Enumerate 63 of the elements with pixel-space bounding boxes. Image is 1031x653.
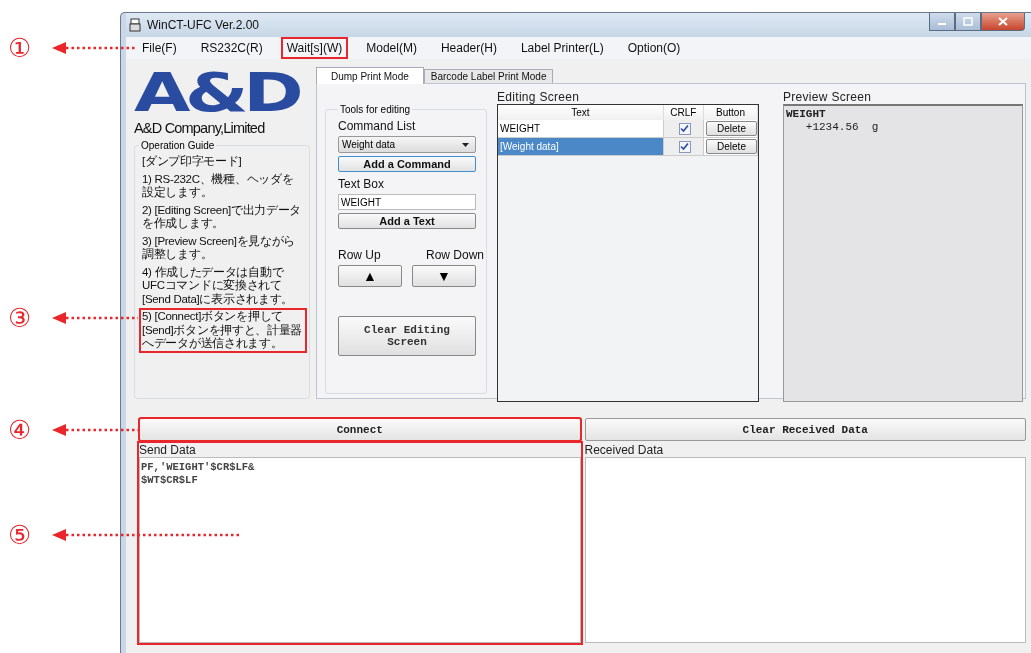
field-label: Row Down [425, 248, 484, 262]
guide-step: 2) [Editing Screen]で出力データを作成します。 [139, 201, 307, 233]
tab[interactable]: Dump Print Mode [316, 67, 424, 84]
menu-item[interactable]: Header(H) [434, 37, 503, 59]
preview-line: +1234.56 g [804, 121, 880, 134]
guide-step: 3) [Preview Screen]を見ながら調整します。 [139, 232, 307, 264]
data-line: $WT$CR$LF [141, 474, 199, 487]
column-header: Button [704, 105, 758, 120]
menu-item[interactable]: RS232C(R) [194, 37, 269, 59]
column-header: Text [498, 105, 664, 120]
close-button[interactable] [981, 13, 1025, 31]
clear-received-button[interactable]: Clear Received Data [584, 418, 1026, 441]
section-title: Preview Screen [783, 90, 873, 104]
add-text-button[interactable]: Add a Text [338, 213, 476, 229]
row-up-button[interactable]: ▲ [338, 265, 402, 287]
menu-item[interactable]: File(F) [136, 37, 183, 59]
column-header: CRLF [663, 105, 705, 120]
company-name: A&D Company,Limited [134, 120, 265, 136]
menu-item[interactable]: Label Printer(L) [514, 37, 610, 59]
row-down-button[interactable]: ▼ [412, 265, 476, 287]
guide-step: 1) RS-232C、機種、ヘッダを設定します。 [139, 170, 307, 202]
menu-item[interactable]: Option(O) [621, 37, 687, 59]
printer-icon [129, 18, 141, 32]
panel-title: Operation Guide [140, 140, 216, 151]
table-cell[interactable]: [Weight data] [498, 138, 665, 156]
maximize-icon [963, 17, 973, 26]
tab[interactable]: Barcode Label Print Mode [423, 69, 554, 83]
guide-step: 5) [Connect]ボタンを押して[Send]ボタンを押すと、計量器へデータが送信されます。 [139, 308, 307, 353]
dropdown-caret-icon [462, 142, 469, 147]
close-icon [998, 17, 1008, 26]
field-label: Row Up [338, 248, 381, 262]
preview-line: WEIGHT [786, 108, 827, 121]
text-input-field[interactable]: WEIGHT [338, 194, 476, 210]
window-title: WinCT-UFC Ver.2.00 [147, 18, 260, 32]
clear-editing-button[interactable]: Clear Editing Screen [338, 316, 476, 356]
checkbox[interactable] [678, 122, 691, 135]
received-data-field[interactable] [584, 457, 1026, 643]
field-label: Command List [338, 119, 417, 133]
minimize-button[interactable] [929, 13, 955, 31]
maximize-button[interactable] [955, 13, 981, 31]
callout-number: ③ [8, 304, 32, 332]
send-data-field[interactable]: PF,'WEIGHT'$CR$LF& $WT$CR$LF [139, 457, 581, 643]
menu-item[interactable]: Wait[s](W) [280, 37, 349, 59]
guide-heading: [ダンプ印字モード] [141, 154, 243, 169]
add-command-button[interactable]: Add a Command [338, 156, 476, 172]
menu-item[interactable]: Model(M) [360, 37, 423, 59]
checkbox[interactable] [678, 140, 691, 153]
command-dropdown[interactable]: Weight data [338, 136, 476, 153]
connect-button[interactable]: Connect [139, 418, 581, 441]
section-title: Editing Screen [497, 90, 581, 104]
delete-button[interactable]: Delete [706, 139, 757, 154]
company-logo: A&D [134, 66, 299, 120]
guide-step: 4) 作成したデータは自動でUFCコマンドに変換されて[Send Data]に表示されます。 [139, 263, 307, 308]
callout-number: ⑤ [8, 521, 32, 549]
section-title: Send Data [139, 443, 197, 457]
panel-title: Tools for editing [339, 104, 412, 115]
delete-button[interactable]: Delete [706, 121, 757, 136]
callout-number: ① [8, 34, 32, 62]
field-label: Text Box [338, 177, 386, 191]
callout-number: ④ [8, 416, 32, 444]
table-cell[interactable]: WEIGHT [498, 120, 665, 138]
data-line: PF,'WEIGHT'$CR$LF& [141, 461, 256, 474]
section-title: Received Data [584, 443, 665, 457]
